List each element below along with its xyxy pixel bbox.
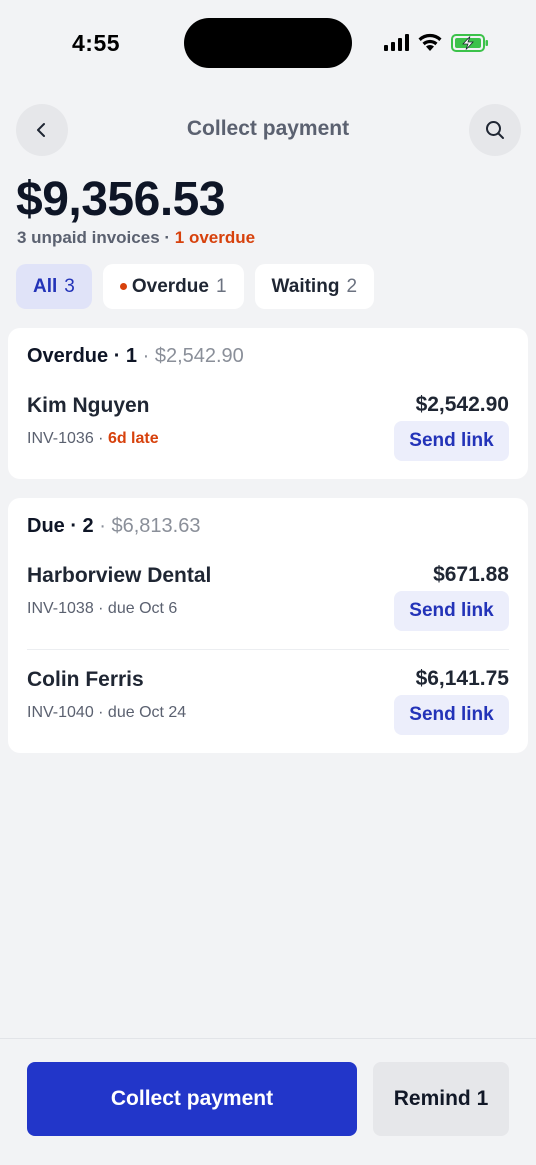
overdue-section-card: Overdue · 1 · $2,542.90 Kim Nguyen INV-1…	[8, 328, 528, 479]
invoice-amount: $6,141.75	[415, 667, 509, 690]
section-subtotal: · $2,542.90	[137, 345, 244, 367]
overdue-dot-icon	[119, 283, 127, 290]
send-link-button[interactable]: Send link	[394, 421, 509, 461]
filter-chip-count: 3	[64, 275, 75, 297]
filter-chip-count: 1	[215, 275, 227, 297]
section-title: Overdue · 1	[27, 345, 138, 367]
filter-chip-waiting[interactable]: Waiting 2	[254, 264, 375, 309]
customer-name: Kim Nguyen	[27, 394, 150, 417]
late-status: 6d late	[107, 430, 159, 447]
section-title: Due · 2	[27, 515, 94, 537]
invoice-meta: INV-1040 · due Oct 24	[27, 704, 187, 721]
filter-chip-label: All	[33, 275, 58, 297]
invoice-meta: INV-1036 · 6d late	[27, 430, 159, 448]
section-header-due: Due · 2 · $6,813.63	[27, 515, 200, 538]
send-link-button[interactable]: Send link	[394, 695, 509, 735]
customer-name: Harborview Dental	[27, 564, 212, 587]
page-title: Collect payment	[186, 117, 350, 140]
status-time: 4:55	[72, 30, 121, 56]
filter-chip-label: Overdue	[131, 275, 209, 297]
remind-button[interactable]: Remind 1	[373, 1062, 509, 1136]
due-section-card: Due · 2 · $6,813.63 Harborview Dental IN…	[8, 498, 528, 753]
invoice-meta: INV-1038 · due Oct 6	[27, 600, 178, 617]
filter-chip-all[interactable]: All 3	[16, 264, 92, 309]
invoice-number: INV-1036	[27, 430, 94, 447]
cellular-signal-icon	[384, 34, 409, 51]
search-icon	[486, 121, 504, 139]
collect-payment-button[interactable]: Collect payment	[27, 1062, 357, 1136]
dynamic-island	[184, 18, 352, 68]
row-divider	[27, 649, 509, 650]
invoice-summary: 3 unpaid invoices · 1 overdue	[17, 228, 255, 248]
invoice-amount: $671.88	[433, 563, 509, 586]
status-bar: 4:55	[0, 0, 536, 90]
invoice-row[interactable]: Colin Ferris INV-1040 · due Oct 24 $6,14…	[8, 667, 528, 768]
section-header-overdue: Overdue · 1 · $2,542.90	[27, 345, 244, 368]
section-subtotal: · $6,813.63	[93, 515, 201, 537]
meta-separator: ·	[93, 430, 108, 447]
unpaid-count-text: 3 unpaid invoices	[17, 228, 160, 247]
overdue-count-text: 1 overdue	[174, 228, 256, 247]
summary-separator: ·	[159, 228, 175, 247]
customer-name: Colin Ferris	[27, 668, 144, 691]
battery-charging-icon	[451, 34, 488, 52]
filter-chip-label: Waiting	[271, 275, 340, 297]
send-link-button[interactable]: Send link	[394, 591, 509, 631]
filter-chips: All 3 Overdue 1 Waiting 2	[16, 264, 375, 309]
invoice-row[interactable]: Kim Nguyen INV-1036 · 6d late $2,542.90 …	[8, 393, 528, 494]
filter-chip-overdue[interactable]: Overdue 1	[102, 264, 244, 309]
search-button[interactable]	[469, 104, 521, 156]
wifi-icon	[418, 33, 442, 51]
filter-chip-count: 2	[346, 275, 358, 297]
bottom-action-bar: Collect payment Remind 1	[0, 1038, 536, 1165]
total-amount: $9,356.53	[16, 173, 226, 226]
invoice-amount: $2,542.90	[415, 393, 509, 416]
